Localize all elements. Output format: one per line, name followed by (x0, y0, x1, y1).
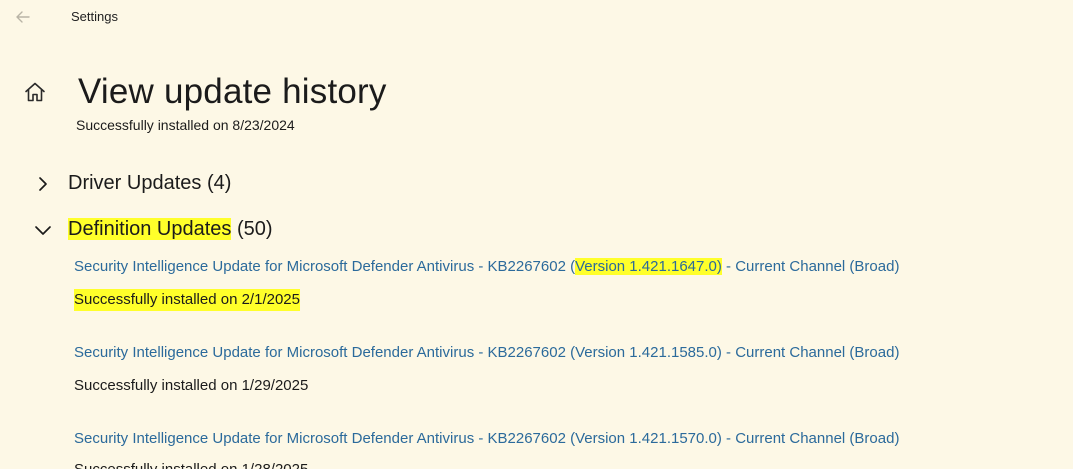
back-button[interactable] (12, 6, 34, 28)
update-item: Security Intelligence Update for Microso… (74, 428, 1064, 450)
group-count: (4) (206, 172, 232, 194)
chevron-right-icon (39, 177, 47, 191)
update-link[interactable]: Security Intelligence Update for Microso… (74, 256, 1064, 278)
update-title-suffix: - Current Channel (Broad) (721, 258, 900, 275)
back-arrow-icon (16, 11, 30, 23)
update-item: Security Intelligence Update for Microso… (74, 256, 1064, 311)
group-name: Driver Updates (68, 172, 202, 194)
title-bar: Settings (0, 0, 1073, 36)
page-header: View update history (0, 64, 1073, 118)
update-title-prefix: Security Intelligence Update for Microso… (74, 258, 576, 275)
page-title: View update history (78, 72, 387, 111)
chevron-down-icon (35, 226, 51, 235)
update-status: Successfully installed on 1/28/2025 (74, 461, 308, 469)
clipped-status-text: Successfully installed on 8/23/2024 (76, 116, 295, 133)
home-icon (25, 82, 45, 102)
update-status: Successfully installed on 1/29/2025 (74, 377, 309, 394)
update-link[interactable]: Security Intelligence Update for Microso… (74, 342, 1064, 364)
update-link[interactable]: Security Intelligence Update for Microso… (74, 428, 1064, 450)
group-count: (50) (237, 218, 273, 240)
group-label: Driver Updates (4) (68, 171, 231, 195)
update-status: Successfully installed on 2/1/2025 (74, 289, 300, 311)
group-name-highlighted: Definition Updates (68, 218, 232, 240)
app-title: Settings (71, 9, 118, 24)
home-button[interactable] (23, 80, 47, 104)
group-driver-updates[interactable]: Driver Updates (4) (28, 168, 288, 198)
group-definition-updates[interactable]: Definition Updates (50) (28, 214, 328, 244)
update-item: Security Intelligence Update for Microso… (74, 342, 1064, 397)
previous-item-status: Successfully installed on 8/23/2024 (76, 117, 295, 133)
clipped-status-text: Successfully installed on 1/28/2025 (74, 460, 308, 469)
update-version-highlighted: Version 1.421.1647.0) (575, 258, 722, 275)
group-label: Definition Updates (50) (68, 217, 273, 241)
